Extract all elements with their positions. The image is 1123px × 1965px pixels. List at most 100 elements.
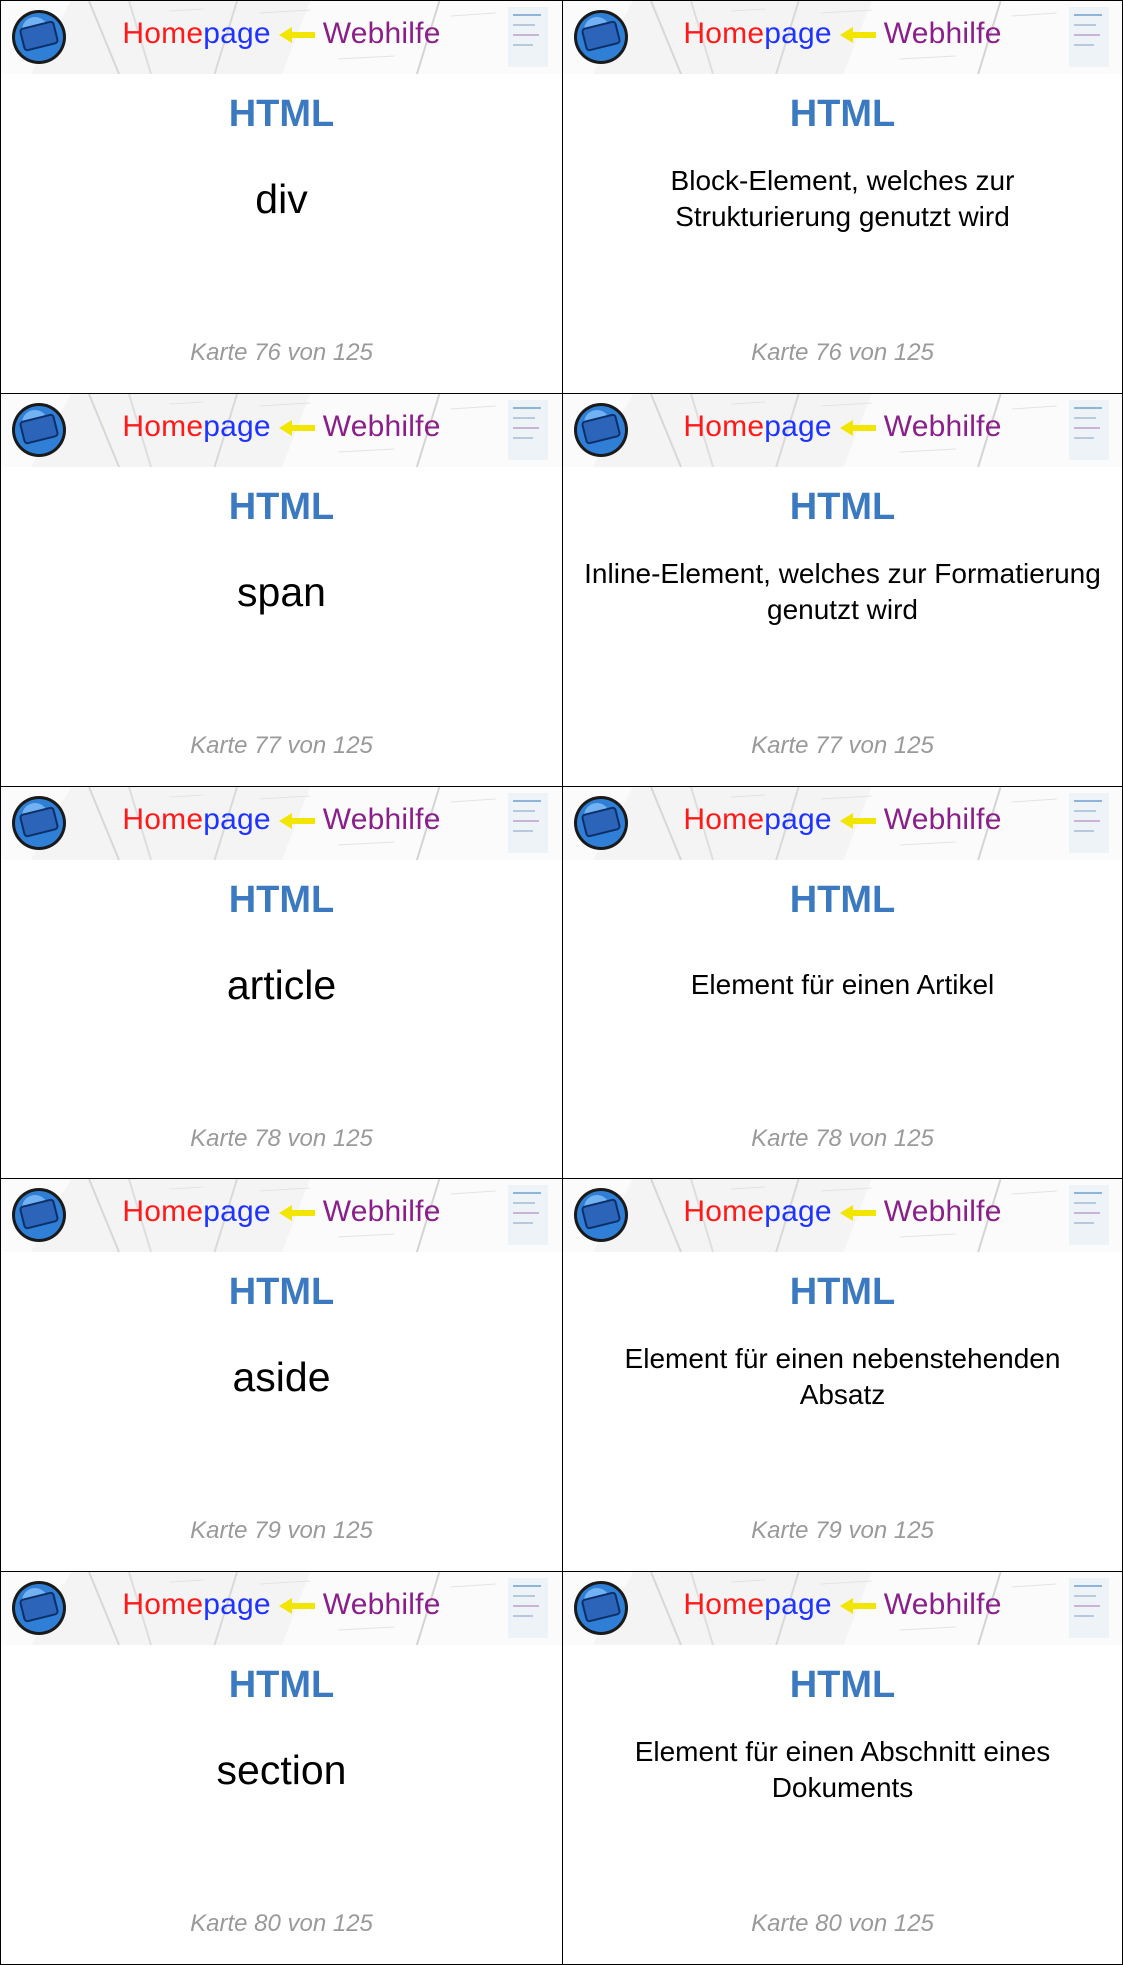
brand-wordmark: Homepage Webhilfe (1, 803, 562, 837)
card-counter: Karte 78 von 125 (190, 1124, 373, 1152)
arrow-icon (838, 26, 878, 44)
brand-part-page: page (764, 802, 832, 836)
arrow-icon (277, 419, 317, 437)
homepage-webhilfe-banner: Homepage Webhilfe (1, 786, 562, 860)
homepage-webhilfe-banner: Homepage Webhilfe (1, 1572, 562, 1646)
brand-wordmark: Homepage Webhilfe (563, 1195, 1122, 1229)
arrow-icon (277, 26, 317, 44)
card-counter: Karte 76 von 125 (751, 339, 934, 366)
brand-wordmark: Homepage Webhilfe (1, 1195, 562, 1229)
homepage-webhilfe-banner: Homepage Webhilfe (563, 786, 1122, 860)
brand-wordmark: Homepage Webhilfe (1, 1588, 562, 1622)
card-counter: Karte 77 von 125 (751, 731, 934, 759)
brand-wordmark: Homepage Webhilfe (1, 410, 562, 444)
card-subject: HTML (228, 485, 335, 528)
brand-part-home: Home (683, 802, 765, 836)
brand-part-webhilfe: Webhilfe (322, 802, 441, 836)
flashcard-front: Homepage Webhilfe HTML div Karte 76 von 125 (0, 0, 563, 395)
brand-part-home: Home (122, 1195, 204, 1229)
brand-wordmark: Homepage Webhilfe (563, 803, 1122, 837)
card-subject: HTML (228, 93, 335, 135)
brand-part-webhilfe: Webhilfe (883, 409, 1002, 443)
brand-part-home: Home (122, 1588, 204, 1622)
card-counter: Karte 79 von 125 (190, 1517, 373, 1545)
homepage-webhilfe-banner: Homepage Webhilfe (1, 1, 562, 74)
flashcard-back: Homepage Webhilfe HTML Block-Element, welch… (562, 0, 1123, 395)
brand-part-home: Home (683, 409, 765, 443)
brand-part-webhilfe: Webhilfe (883, 1195, 1002, 1229)
arrow-icon (838, 1204, 878, 1222)
flashcard-front: Homepage Webhilfe HTML aside Karte 79 von 12… (0, 1178, 563, 1573)
card-subject: HTML (789, 93, 896, 135)
card-definition: Inline-Element, welches zur Formatierung… (584, 557, 1101, 625)
flashcard-front: Homepage Webhilfe HTML span Karte 77 von 125 (0, 392, 563, 788)
card-subject: HTML (789, 878, 896, 921)
arrow-icon (277, 1204, 317, 1222)
arrow-icon (838, 419, 878, 437)
brand-part-page: page (203, 17, 271, 50)
card-definition: Element für einen Artikel (690, 968, 995, 1000)
card-definition: Block-Element, welches zur Strukturierun… (670, 165, 1015, 232)
brand-part-webhilfe: Webhilfe (322, 1195, 441, 1229)
brand-wordmark: Homepage Webhilfe (1, 17, 562, 51)
brand-part-page: page (203, 409, 271, 443)
flashcard-back: Homepage Webhilfe HTML Element für einen ne… (562, 1178, 1123, 1573)
brand-part-home: Home (122, 802, 204, 836)
brand-part-page: page (764, 1195, 832, 1229)
brand-part-webhilfe: Webhilfe (883, 1588, 1002, 1622)
card-term: aside (232, 1354, 331, 1401)
card-counter: Karte 80 von 125 (190, 1910, 373, 1938)
flashcard-front: Homepage Webhilfe HTML article Karte 78 von … (0, 785, 563, 1180)
homepage-webhilfe-banner: Homepage Webhilfe (563, 1572, 1122, 1646)
brand-part-page: page (203, 1588, 271, 1622)
homepage-webhilfe-banner: Homepage Webhilfe (563, 393, 1122, 467)
brand-part-page: page (764, 17, 832, 50)
arrow-icon (277, 1597, 317, 1615)
card-counter: Karte 79 von 125 (751, 1517, 934, 1545)
flashcard-front: Homepage Webhilfe HTML section Karte 80 von … (0, 1571, 563, 1965)
brand-part-page: page (764, 1588, 832, 1622)
card-counter: Karte 76 von 125 (190, 339, 373, 366)
brand-part-home: Home (122, 17, 204, 50)
homepage-webhilfe-banner: Homepage Webhilfe (1, 393, 562, 467)
flashcard-back: Homepage Webhilfe HTML Element für einen Ab… (562, 1571, 1123, 1965)
card-term: span (237, 568, 326, 615)
homepage-webhilfe-banner: Homepage Webhilfe (1, 1179, 562, 1253)
brand-part-webhilfe: Webhilfe (322, 1588, 441, 1622)
brand-part-webhilfe: Webhilfe (883, 802, 1002, 836)
flashcard-sheet: Homepage Webhilfe HTML div Karte 76 von 125 H… (0, 0, 1123, 1965)
card-counter: Karte 77 von 125 (190, 731, 373, 759)
flashcard-back: Homepage Webhilfe HTML Element für einen Ar… (562, 785, 1123, 1180)
brand-part-page: page (203, 802, 271, 836)
card-counter: Karte 80 von 125 (751, 1910, 934, 1938)
card-subject: HTML (789, 1271, 896, 1314)
brand-part-page: page (203, 1195, 271, 1229)
card-subject: HTML (228, 878, 335, 921)
brand-part-home: Home (122, 409, 204, 443)
brand-part-webhilfe: Webhilfe (883, 17, 1002, 50)
brand-part-webhilfe: Webhilfe (322, 409, 441, 443)
card-definition: Element für einen nebenstehenden Absatz (624, 1343, 1061, 1411)
brand-part-home: Home (683, 1195, 765, 1229)
brand-wordmark: Homepage Webhilfe (563, 1588, 1122, 1622)
card-term: div (255, 176, 308, 222)
card-subject: HTML (789, 485, 896, 528)
brand-wordmark: Homepage Webhilfe (563, 17, 1122, 51)
card-subject: HTML (228, 1664, 335, 1707)
homepage-webhilfe-banner: Homepage Webhilfe (563, 1179, 1122, 1253)
homepage-webhilfe-banner: Homepage Webhilfe (563, 1, 1122, 74)
card-term: article (226, 961, 337, 1008)
card-counter: Karte 78 von 125 (751, 1124, 934, 1152)
card-definition: Element für einen Abschnitt eines Dokume… (634, 1736, 1051, 1804)
flashcard-back: Homepage Webhilfe HTML Inline-Element, welc… (562, 392, 1123, 788)
brand-part-home: Home (683, 1588, 765, 1622)
brand-part-home: Home (683, 17, 765, 50)
card-subject: HTML (789, 1664, 896, 1707)
card-subject: HTML (228, 1271, 335, 1314)
brand-wordmark: Homepage Webhilfe (563, 410, 1122, 444)
arrow-icon (838, 812, 878, 830)
arrow-icon (277, 812, 317, 830)
brand-part-webhilfe: Webhilfe (322, 17, 441, 50)
card-term: section (216, 1747, 347, 1794)
arrow-icon (838, 1597, 878, 1615)
